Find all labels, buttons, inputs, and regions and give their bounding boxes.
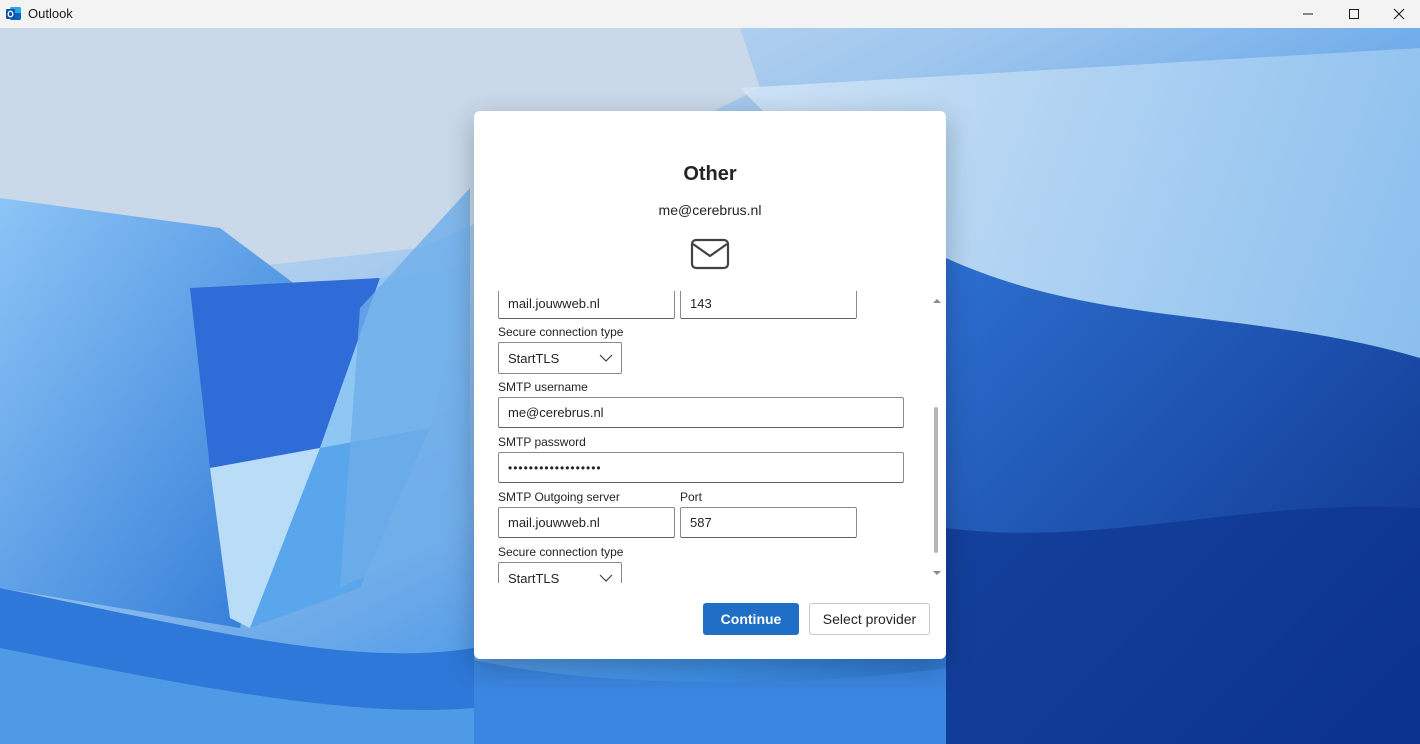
smtp-password-label: SMTP password — [498, 435, 586, 449]
imap-server-input[interactable]: mail.jouwweb.nl — [498, 291, 675, 319]
imap-secure-select[interactable]: StartTLS — [498, 342, 622, 374]
scroll-down-icon[interactable] — [933, 569, 941, 577]
title-bar: Outlook — [0, 0, 1420, 28]
chevron-down-icon — [599, 354, 613, 362]
imap-secure-value: StartTLS — [508, 350, 560, 366]
maximize-icon — [1349, 9, 1359, 19]
scroll-up-icon[interactable] — [933, 297, 941, 305]
chevron-down-icon — [599, 574, 613, 582]
dialog-title: Other — [683, 163, 737, 185]
add-account-dialog: Other me@cerebrus.nl mail.jouwweb.nl 143… — [474, 111, 946, 659]
smtp-server-input[interactable]: mail.jouwweb.nl — [498, 507, 675, 538]
smtp-secure-value: StartTLS — [508, 570, 560, 584]
smtp-port-label: Port — [680, 490, 703, 504]
imap-secure-label: Secure connection type — [498, 325, 624, 339]
smtp-secure-label: Secure connection type — [498, 545, 624, 559]
outlook-logo-icon — [6, 7, 21, 20]
form-scrollbar[interactable] — [932, 297, 942, 577]
minimize-button[interactable] — [1285, 0, 1331, 28]
imap-port-input[interactable]: 143 — [680, 291, 857, 319]
minimize-icon — [1303, 13, 1313, 15]
select-provider-button[interactable]: Select provider — [809, 603, 930, 635]
account-email: me@cerebrus.nl — [658, 202, 762, 218]
smtp-password-input[interactable]: •••••••••••••••••• — [498, 452, 904, 483]
smtp-username-input[interactable]: me@cerebrus.nl — [498, 397, 904, 428]
smtp-secure-select[interactable]: StartTLS — [498, 562, 622, 583]
smtp-server-label: SMTP Outgoing server — [498, 490, 620, 504]
server-settings-form: mail.jouwweb.nl 143 Secure connection ty… — [498, 291, 912, 583]
maximize-button[interactable] — [1331, 0, 1377, 28]
window-title: Outlook — [28, 6, 73, 21]
envelope-icon — [690, 238, 730, 270]
scroll-thumb[interactable] — [934, 407, 938, 553]
smtp-port-input[interactable]: 587 — [680, 507, 857, 538]
continue-button[interactable]: Continue — [703, 603, 799, 635]
close-icon — [1393, 8, 1405, 20]
close-button[interactable] — [1376, 0, 1420, 28]
smtp-username-label: SMTP username — [498, 380, 588, 394]
